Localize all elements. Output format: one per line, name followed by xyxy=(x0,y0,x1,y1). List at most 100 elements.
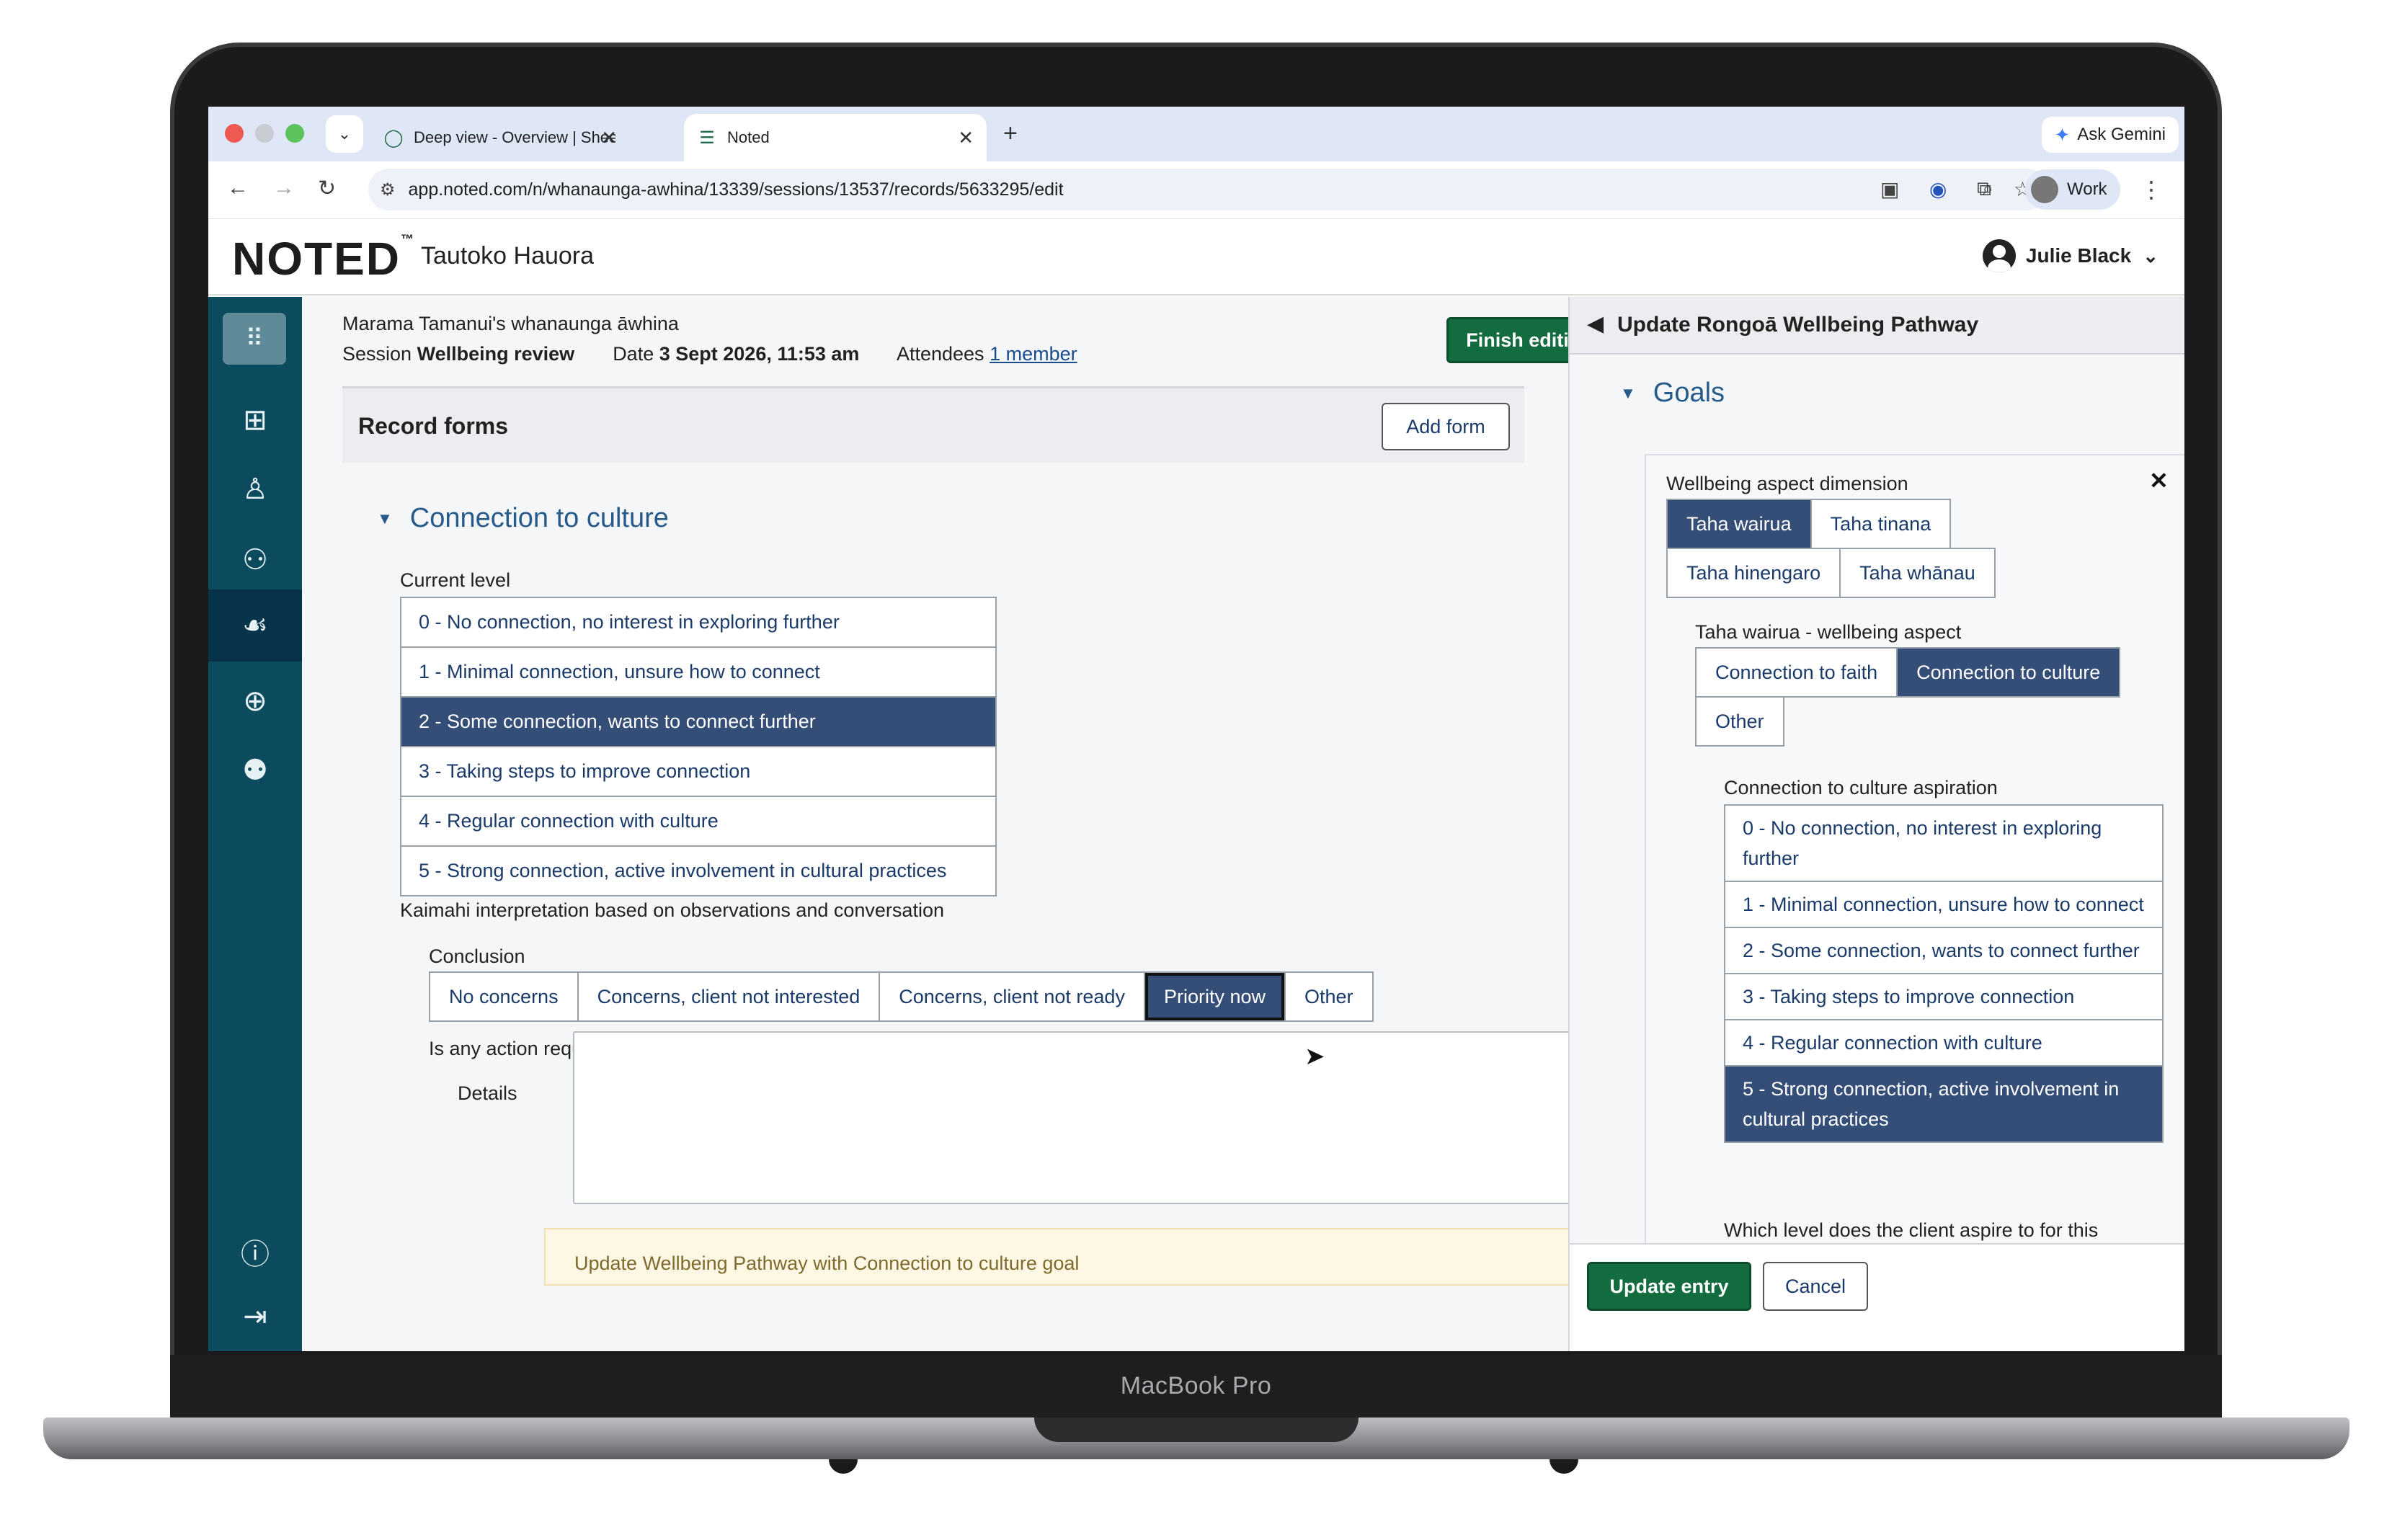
laptop-foot xyxy=(1550,1459,1578,1474)
current-level-label: Current level xyxy=(400,569,511,591)
menu-kebab-icon[interactable]: ⋮ xyxy=(2140,176,2163,203)
conclusion-segmented-control: No concerns Concerns, client not interes… xyxy=(429,971,1374,1022)
date-label: Date xyxy=(613,343,654,365)
aspect-option[interactable]: Connection to faith xyxy=(1695,647,1898,698)
dimension-option[interactable]: Taha whānau xyxy=(1839,548,1996,598)
site-settings-icon[interactable]: ⚙ xyxy=(380,179,396,200)
conclusion-option[interactable]: Concerns, client not interested xyxy=(577,971,881,1022)
profile-chip[interactable]: Work xyxy=(2025,169,2120,210)
organisation-name: Tautoko Hauora xyxy=(421,242,595,270)
team-settings-icon: ⚉ xyxy=(242,755,268,786)
laptop-foot xyxy=(829,1459,858,1474)
aspiration-option[interactable]: 4 - Regular connection with culture xyxy=(1725,1020,2162,1067)
chevron-down-icon: ⌄ xyxy=(337,125,352,143)
record-forms-title: Record forms xyxy=(358,413,509,439)
aspiration-option[interactable]: 3 - Taking steps to improve connection xyxy=(1725,974,2162,1020)
back-arrow-icon[interactable]: ← xyxy=(227,176,249,200)
panel-title: Update Rongoā Wellbeing Pathway xyxy=(1617,313,1979,337)
session-value: Wellbeing review xyxy=(417,343,575,365)
sidebar-item-security[interactable]: ⊕ xyxy=(208,669,302,734)
conclusion-option[interactable]: No concerns xyxy=(429,971,579,1022)
user-menu[interactable]: Julie Black ⌄ xyxy=(1982,239,2158,272)
reload-icon[interactable]: ↻ xyxy=(318,176,336,201)
ask-gemini-label: Ask Gemini xyxy=(2077,125,2166,144)
dimension-option[interactable]: Taha tinana xyxy=(1810,499,1952,549)
aspiration-option[interactable]: 0 - No connection, no interest in explor… xyxy=(1725,806,2162,882)
password-manager-icon[interactable]: ◉ xyxy=(1929,177,1947,201)
conclusion-option[interactable]: Concerns, client not ready xyxy=(879,971,1145,1022)
tab-label: Deep view - Overview | Sheet xyxy=(414,128,615,146)
browser-tab-bar: ⌄ ◯ Deep view - Overview | Sheet ✕ ☰ Not… xyxy=(208,107,2184,161)
aspiration-option[interactable]: 2 - Some connection, wants to connect fu… xyxy=(1725,928,2162,974)
ask-gemini-button[interactable]: ✦ Ask Gemini xyxy=(2041,117,2179,153)
goals-toggle[interactable]: ▼ Goals xyxy=(1620,378,1725,409)
extension-icon[interactable]: ▣ xyxy=(1880,177,1899,201)
cancel-button[interactable]: Cancel xyxy=(1763,1262,1868,1311)
user-avatar-icon xyxy=(1982,239,2016,272)
back-arrow-icon[interactable]: ◀ xyxy=(1587,311,1604,337)
app-header: NOTED™ Tautoko Hauora Julie Black ⌄ xyxy=(208,219,2184,295)
section-title: Connection to culture xyxy=(409,503,669,533)
apps-grid-icon: ⠿ xyxy=(245,325,264,352)
level-option[interactable]: 4 - Regular connection with culture xyxy=(401,797,995,847)
tab-label: Noted xyxy=(727,128,770,146)
aspect-option-selected[interactable]: Connection to culture xyxy=(1896,647,2121,698)
sidebar-item-team[interactable]: ⚉ xyxy=(208,738,302,803)
laptop-notch xyxy=(1034,1417,1359,1442)
puzzle-extensions-icon[interactable]: ⧉ xyxy=(1977,177,1991,201)
details-textarea[interactable]: ◢ xyxy=(573,1031,1604,1204)
chevron-down-icon: ⌄ xyxy=(2143,244,2158,267)
profile-label: Work xyxy=(2067,179,2107,199)
level-option[interactable]: 1 - Minimal connection, unsure how to co… xyxy=(401,648,995,698)
aspiration-option-selected[interactable]: 5 - Strong connection, active involvemen… xyxy=(1725,1067,2162,1141)
close-tab-icon[interactable]: ✕ xyxy=(958,127,974,149)
laptop-chin: MacBook Pro xyxy=(170,1355,2222,1426)
window-zoom-button[interactable] xyxy=(285,124,304,143)
update-entry-button[interactable]: Update entry xyxy=(1587,1262,1751,1311)
pathway-notice: Update Wellbeing Pathway with Connection… xyxy=(544,1228,1604,1286)
attendees-link[interactable]: 1 member xyxy=(990,343,1077,365)
noted-logo[interactable]: NOTED™ xyxy=(232,232,415,285)
sidebar-item-logout[interactable]: ⇥ xyxy=(208,1284,302,1349)
level-option[interactable]: 5 - Strong connection, active involvemen… xyxy=(401,847,995,895)
forward-arrow-icon[interactable]: → xyxy=(273,176,295,200)
level-option-selected[interactable]: 2 - Some connection, wants to connect fu… xyxy=(401,698,995,747)
lock-icon: ⊕ xyxy=(243,685,267,717)
sidebar-item-groups[interactable]: ⚇ xyxy=(208,528,302,592)
aspect-option[interactable]: Other xyxy=(1695,696,1784,747)
new-tab-icon[interactable]: + xyxy=(1003,120,1018,148)
sidebar-item-help[interactable]: ⓘ xyxy=(208,1219,302,1284)
aspiration-option[interactable]: 1 - Minimal connection, unsure how to co… xyxy=(1725,882,2162,928)
sidebar-item-care[interactable]: ☙ xyxy=(208,589,302,662)
care-hand-icon: ☙ xyxy=(242,610,268,641)
tab-noted[interactable]: ☰ Noted ✕ xyxy=(684,114,987,161)
close-tab-icon[interactable]: ✕ xyxy=(601,127,617,149)
sidebar-apps-grid[interactable]: ⠿ xyxy=(223,313,286,365)
level-option[interactable]: 0 - No connection, no interest in explor… xyxy=(401,598,995,648)
aspiration-hint: Which level does the client aspire to fo… xyxy=(1724,1219,2099,1241)
chevron-down-icon: ▼ xyxy=(1620,383,1636,402)
gemini-sparkle-icon: ✦ xyxy=(2054,123,2071,146)
help-icon: ⓘ xyxy=(241,1239,270,1270)
section-toggle[interactable]: ▼ Connection to culture xyxy=(377,503,669,534)
sidebar-item-dashboard[interactable]: ⊞ xyxy=(208,388,302,453)
dimension-option[interactable]: Taha hinengaro xyxy=(1666,548,1841,598)
conclusion-option-selected[interactable]: Priority now xyxy=(1143,971,1286,1022)
group-icon: ⚇ xyxy=(242,544,268,576)
tab-search-button[interactable]: ⌄ xyxy=(326,115,363,153)
dimension-option-selected[interactable]: Taha wairua xyxy=(1666,499,1812,549)
address-bar[interactable]: ⚙ app.noted.com/n/whanaunga-awhina/13339… xyxy=(368,169,2048,210)
sidebar-item-person[interactable]: ♙ xyxy=(208,457,302,522)
conclusion-option[interactable]: Other xyxy=(1284,971,1374,1022)
person-icon: ♙ xyxy=(242,473,268,505)
dashboard-icon: ⊞ xyxy=(243,404,267,436)
close-icon[interactable]: ✕ xyxy=(2149,467,2169,494)
details-label: Details xyxy=(458,1082,517,1104)
tab-deep-view[interactable]: ◯ Deep view - Overview | Sheet ✕ xyxy=(370,114,630,161)
pathway-panel: ◀ Update Rongoā Wellbeing Pathway ▼ Goal… xyxy=(1568,297,2184,1351)
url-text[interactable]: app.noted.com/n/whanaunga-awhina/13339/s… xyxy=(409,179,1064,200)
add-form-button[interactable]: Add form xyxy=(1382,403,1510,450)
level-option[interactable]: 3 - Taking steps to improve connection xyxy=(401,747,995,797)
window-close-button[interactable] xyxy=(225,124,244,143)
window-minimize-button[interactable] xyxy=(255,124,274,143)
